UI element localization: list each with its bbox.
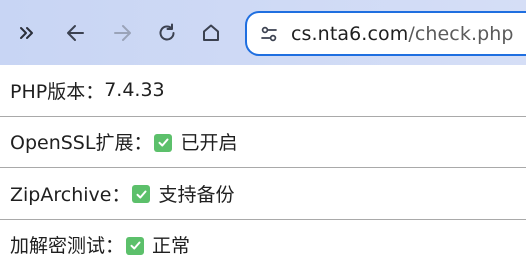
row-value: 已开启	[180, 132, 238, 155]
green-check-icon	[132, 185, 151, 204]
row-label: PHP版本：	[10, 80, 105, 103]
chevrons-right-icon[interactable]	[10, 16, 44, 50]
row-value: 支持备份	[158, 183, 235, 206]
green-check-icon	[154, 133, 173, 152]
reload-icon[interactable]	[150, 16, 184, 50]
address-bar[interactable]: cs.nta6.com/check.php	[245, 11, 526, 56]
url-text[interactable]: cs.nta6.com/check.php	[291, 23, 514, 45]
openssl-row: OpenSSL扩展： 已开启	[0, 117, 526, 168]
ziparchive-row: ZipArchive： 支持备份	[0, 168, 526, 219]
row-label: OpenSSL扩展：	[10, 132, 153, 155]
home-icon[interactable]	[194, 16, 228, 50]
url-path: /check.php	[408, 22, 514, 45]
crypto-test-row: 加解密测试： 正常	[0, 220, 526, 270]
browser-toolbar: cs.nta6.com/check.php	[0, 0, 526, 65]
url-host: cs.nta6.com	[291, 22, 409, 45]
site-info-icon[interactable]	[247, 13, 291, 54]
forward-arrow-icon	[105, 16, 139, 50]
php-version-row: PHP版本： 7.4.33	[0, 65, 526, 116]
row-label: 加解密测试：	[10, 235, 125, 258]
back-arrow-icon[interactable]	[59, 16, 93, 50]
row-value: 7.4.33	[104, 79, 165, 102]
page-content: PHP版本： 7.4.33 OpenSSL扩展： 已开启 ZipArchive： …	[0, 65, 526, 270]
row-label: ZipArchive：	[10, 183, 131, 206]
row-value: 正常	[152, 235, 191, 258]
green-check-icon	[126, 236, 145, 255]
